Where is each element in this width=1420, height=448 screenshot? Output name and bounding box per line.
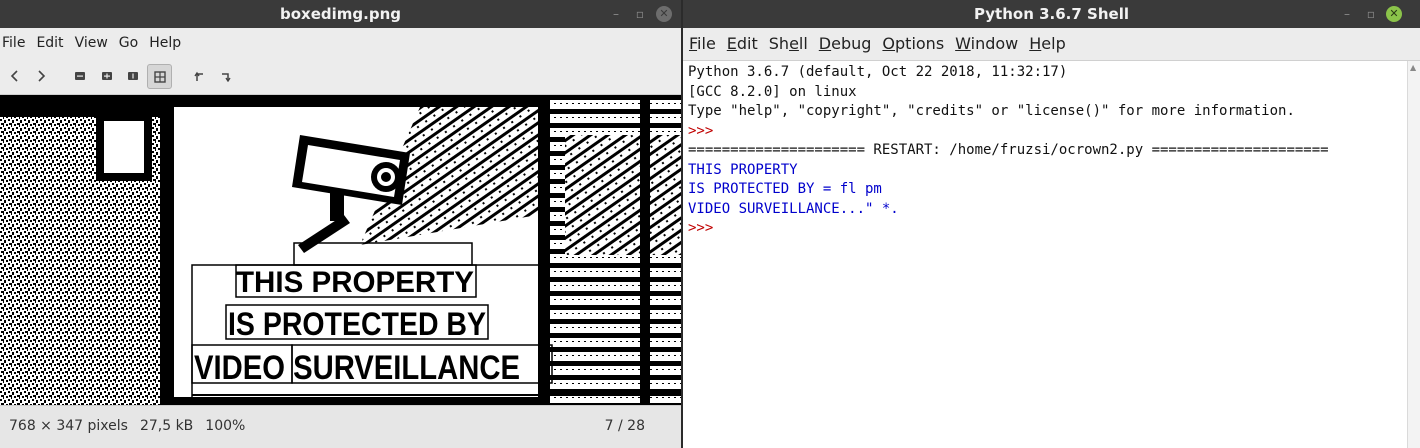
shell-menu-options[interactable]: Options — [882, 28, 944, 60]
shell-menu-shell[interactable]: Shell — [769, 28, 808, 60]
mnemonic: e — [789, 34, 799, 53]
shell-menu-edit[interactable]: Edit — [727, 28, 758, 60]
mnemonic: F — [689, 34, 698, 53]
viewer-title: boxedimg.png — [280, 5, 401, 23]
scroll-up-icon[interactable]: ▲ — [1410, 63, 1416, 72]
console-prompt[interactable]: >>> — [688, 219, 722, 239]
shell-title: Python 3.6.7 Shell — [974, 5, 1129, 23]
back-icon[interactable] — [3, 64, 27, 88]
shell-menu-debug[interactable]: Debug — [819, 28, 872, 60]
maximize-icon[interactable]: ▫ — [632, 6, 648, 22]
sign-line-2: IS PROTECTED BY — [228, 306, 486, 342]
close-icon[interactable]: ✕ — [1386, 6, 1402, 22]
image-position: 7 / 28 — [604, 418, 645, 434]
image-filesize: 27,5 kB — [139, 418, 194, 434]
best-fit-icon[interactable] — [147, 64, 172, 89]
mnemonic: O — [882, 34, 896, 53]
rotate-right-icon[interactable] — [214, 64, 238, 88]
image-dimensions: 768 × 347 pixels — [9, 418, 128, 434]
viewer-titlebar[interactable]: boxedimg.png – ▫ ✕ — [0, 0, 681, 28]
menu-go[interactable]: Go — [119, 28, 138, 58]
zoom-level: 100% — [205, 418, 246, 434]
sign-line-1: THIS PROPERTY — [236, 266, 474, 299]
console-line: ===================== RESTART: /home/fru… — [688, 142, 1329, 158]
console-prompt: >>> — [688, 122, 722, 139]
console-line: Type "help", "copyright", "credits" or "… — [688, 103, 1295, 119]
image-canvas[interactable]: THIS PROPERTY IS PROTECTED BY VIDEO SURV… — [0, 95, 681, 405]
zoom-in-icon[interactable] — [95, 64, 119, 88]
console-line: [GCC 8.2.0] on linux — [688, 83, 857, 100]
menu-file[interactable]: File — [2, 28, 25, 58]
shell-menu-file[interactable]: File — [689, 28, 716, 60]
viewer-toolbar — [0, 58, 681, 95]
console-output: THIS PROPERTY — [688, 161, 798, 178]
shell-console[interactable]: Python 3.6.7 (default, Oct 22 2018, 11:3… — [683, 61, 1408, 448]
zoom-out-icon[interactable] — [68, 64, 92, 88]
left-wall-block — [96, 113, 152, 181]
image-viewer-window: boxedimg.png – ▫ ✕ File Edit View Go Help — [0, 0, 681, 448]
forward-icon[interactable] — [29, 64, 53, 88]
rotate-left-icon[interactable] — [187, 64, 211, 88]
minimize-icon[interactable]: – — [608, 6, 624, 22]
close-icon[interactable]: ✕ — [656, 6, 672, 22]
right-diagonal-region — [565, 135, 681, 255]
console-output: VIDEO SURVEILLANCE..." *. — [688, 200, 899, 217]
shell-titlebar[interactable]: Python 3.6.7 Shell – ▫ ✕ — [683, 0, 1420, 28]
mnemonic: H — [1029, 34, 1042, 53]
minimize-icon[interactable]: – — [1339, 6, 1355, 22]
shell-menu-help[interactable]: Help — [1029, 28, 1065, 60]
right-post — [640, 95, 650, 405]
mnemonic: W — [955, 34, 971, 53]
menu-view[interactable]: View — [75, 28, 108, 58]
shell-menubar: File Edit Shell Debug Options Window Help — [683, 28, 1420, 61]
mnemonic: E — [726, 34, 737, 53]
console-scrollbar[interactable]: ▲ — [1407, 61, 1420, 448]
shell-menu-window[interactable]: Window — [955, 28, 1018, 60]
console-output: IS PROTECTED BY = fl pm — [688, 181, 882, 197]
menu-edit[interactable]: Edit — [36, 28, 63, 58]
console-line: Python 3.6.7 (default, Oct 22 2018, 11:3… — [688, 64, 1068, 80]
mnemonic: D — [818, 34, 832, 53]
sign-line-3: VIDEO SURVEILLANCE — [194, 349, 520, 387]
normal-size-icon[interactable] — [121, 64, 145, 88]
python-shell-window: Python 3.6.7 Shell – ▫ ✕ File Edit Shell De… — [683, 0, 1420, 448]
maximize-icon[interactable]: ▫ — [1363, 6, 1379, 22]
menu-help[interactable]: Help — [149, 28, 181, 58]
viewer-statusbar: 768 × 347 pixels 27,5 kB 100% 7 / 28 — [0, 405, 681, 448]
viewer-menubar: File Edit View Go Help — [0, 28, 681, 58]
